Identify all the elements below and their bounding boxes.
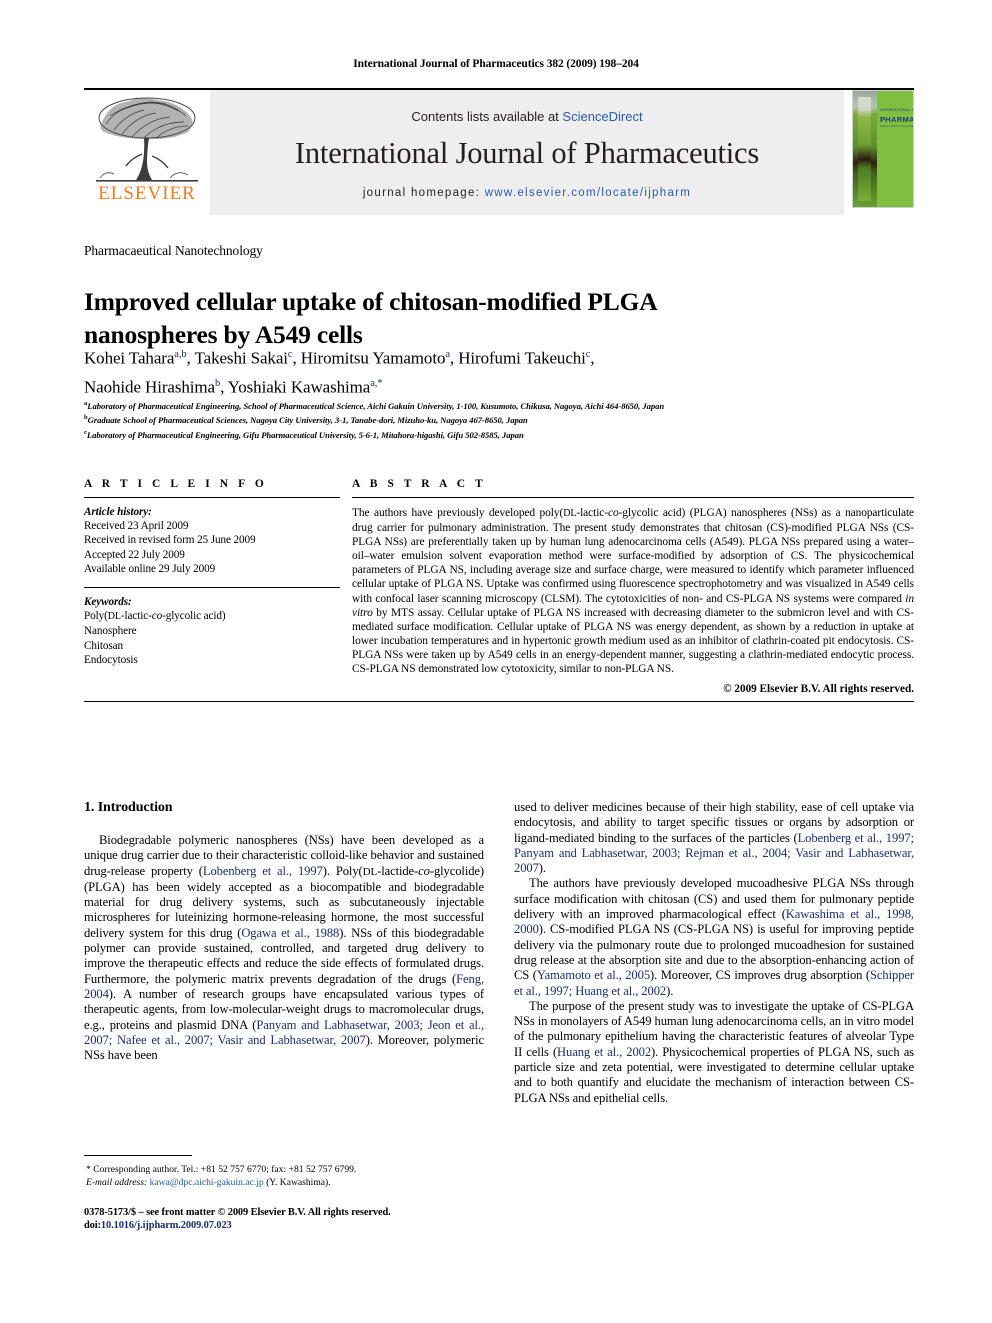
journal-homepage-line: journal homepage: www.elsevier.com/locat… [363, 187, 691, 199]
footnote-line-email: E-mail address: kawa@dpc.aichi-gakuin.ac… [84, 1177, 484, 1190]
affiliation-item: aLaboratory of Pharmaceutical Engineerin… [84, 398, 914, 412]
body-right-column: used to deliver medicines because of the… [514, 800, 914, 1230]
citation-link[interactable]: Panyam and Labhasetwar, 2003; Jeon et al… [84, 1018, 484, 1047]
article-info-rule [84, 497, 340, 498]
author-list: Kohei Taharaa,b, Takeshi Sakaic, Hiromit… [84, 348, 595, 397]
citation-link[interactable]: Feng, 2004 [84, 972, 484, 1001]
keywords-heading: Keywords: [84, 596, 132, 609]
doi-label: doi: [84, 1220, 101, 1231]
article-info-heading: A R T I C L E I N F O [84, 478, 268, 490]
journal-masthead: ELSEVIER Contents lists available at Sci… [84, 88, 914, 215]
history-item: Received 23 April 2009 [84, 520, 189, 533]
citation-link[interactable]: Lobenberg et al., 1997; Panyam and Labha… [514, 831, 914, 876]
author-affil-marker: a [445, 349, 450, 360]
affiliation-item: bGraduate School of Pharmaceutical Scien… [84, 412, 914, 426]
footnote-line-corresponding: * Corresponding author. Tel.: +81 52 757… [86, 1164, 357, 1175]
article-info-divider [84, 587, 340, 589]
footnote-rule [84, 1155, 192, 1156]
article-history-block: Article history: Received 23 April 2009 … [84, 505, 340, 576]
article-body: 1. Introduction Biodegradable polymeric … [84, 800, 914, 1230]
body-paragraph: The authors have previously developed mu… [514, 876, 914, 998]
doi-line: doi:10.1016/j.ijpharm.2009.07.023 [84, 1219, 484, 1232]
citation-link[interactable]: Lobenberg et al., 1997 [203, 864, 323, 878]
elsevier-tree-icon [96, 97, 198, 182]
body-paragraph: used to deliver medicines because of the… [514, 800, 914, 876]
sciencedirect-link[interactable]: ScienceDirect [562, 109, 642, 124]
author-affil-marker: a,b [174, 349, 187, 360]
abstract-copyright: © 2009 Elsevier B.V. All rights reserved… [723, 683, 914, 696]
affiliation-item: cLaboratory of Pharmaceutical Engineerin… [84, 427, 914, 441]
author-affil-marker: c [585, 349, 591, 360]
cover-title-small: INTERNATIONAL JOURNAL OF [880, 108, 914, 112]
body-left-column: 1. Introduction Biodegradable polymeric … [84, 800, 484, 1230]
abstract-text: The authors have previously developed po… [352, 507, 914, 676]
journal-cover-thumbnail[interactable]: INTERNATIONAL JOURNAL OF PHARMACEUTICS E… [844, 90, 914, 215]
info-abstract-band: A R T I C L E I N F O Article history: R… [84, 478, 914, 703]
article-history-heading: Article history: [84, 506, 152, 518]
email-suffix: (Y. Kawashima). [266, 1176, 331, 1188]
abstract-rule [352, 497, 914, 498]
cover-title-main: PHARMACEUTICS [880, 115, 914, 124]
affiliation-list: aLaboratory of Pharmaceutical Engineerin… [84, 398, 914, 441]
cover-editor-line: Editor-in-Chief: A.T. Florence [880, 125, 914, 128]
homepage-prefix: journal homepage: [362, 186, 485, 199]
body-paragraph: Biodegradable polymeric nanospheres (NSs… [84, 833, 485, 1063]
keyword-item: Poly(DL-lactic-co-glycolic acid) [84, 610, 226, 623]
issn-line: 0378-5173/$ – see front matter © 2009 El… [84, 1207, 391, 1218]
contents-prefix: Contents lists available at [411, 108, 563, 124]
keywords-block: Keywords: Poly(DL-lactic-co-glycolic aci… [84, 595, 340, 667]
masthead-center: Contents lists available at ScienceDirec… [210, 90, 844, 215]
citation-link[interactable]: Ogawa et al., 1988 [241, 926, 339, 940]
citation-link[interactable]: Huang et al., 2002 [557, 1045, 651, 1059]
history-item: Accepted 22 July 2009 [84, 548, 185, 561]
cover-test-tube-photo [858, 97, 871, 201]
keyword-smallcaps: DL [107, 611, 121, 623]
journal-title: International Journal of Pharmaceutics [294, 135, 760, 170]
author-affil-marker: b [214, 377, 221, 389]
email-label: E-mail address: [86, 1176, 148, 1188]
doi-link[interactable]: 10.1016/j.ijpharm.2009.07.023 [101, 1220, 232, 1231]
running-head: International Journal of Pharmaceutics 3… [353, 58, 639, 70]
body-paragraph: The purpose of the present study was to … [514, 998, 914, 1105]
author-affil-marker: c [287, 349, 293, 360]
article-page: International Journal of Pharmaceutics 3… [0, 0, 992, 1323]
citation-link[interactable]: Yamamoto et al., 2005 [537, 968, 650, 982]
keyword-item: Endocytosis [84, 653, 138, 666]
keyword-item: Nanosphere [84, 625, 137, 638]
history-item: Available online 29 July 2009 [84, 562, 216, 575]
contents-available-line: Contents lists available at ScienceDirec… [411, 109, 642, 124]
cover-image: INTERNATIONAL JOURNAL OF PHARMACEUTICS E… [852, 90, 914, 208]
abstract-heading: A B S T R A C T [352, 478, 487, 490]
article-info-column: A R T I C L E I N F O Article history: R… [84, 478, 352, 695]
elsevier-wordmark: ELSEVIER [98, 183, 196, 204]
homepage-url-link[interactable]: www.elsevier.com/locate/ijpharm [485, 187, 691, 199]
history-item: Received in revised form 25 June 2009 [84, 534, 256, 547]
section-label: Pharmacaeutical Nanotechnology [84, 243, 263, 258]
keyword-item: Chitosan [84, 639, 123, 652]
author-affil-marker: a,* [370, 377, 383, 389]
abstract-column: A B S T R A C T The authors have previou… [352, 478, 914, 695]
corresponding-author-footnote: * Corresponding author. Tel.: +81 52 757… [84, 1155, 484, 1189]
band-bottom-rule [84, 701, 914, 703]
affiliation-text: Graduate School of Pharmaceutical Scienc… [87, 415, 528, 426]
citation-link[interactable]: Kawashima et al., 1998, 2000 [514, 907, 914, 936]
elsevier-logo: ELSEVIER [84, 90, 210, 215]
email-link[interactable]: kawa@dpc.aichi-gakuin.ac.jp [150, 1177, 264, 1188]
introduction-heading: 1. Introduction [84, 800, 173, 815]
affiliation-text: Laboratory of Pharmaceutical Engineering… [87, 400, 665, 411]
affiliation-text: Laboratory of Pharmaceutical Engineering… [86, 429, 524, 440]
issn-footer: 0378-5173/$ – see front matter © 2009 El… [84, 1206, 484, 1232]
